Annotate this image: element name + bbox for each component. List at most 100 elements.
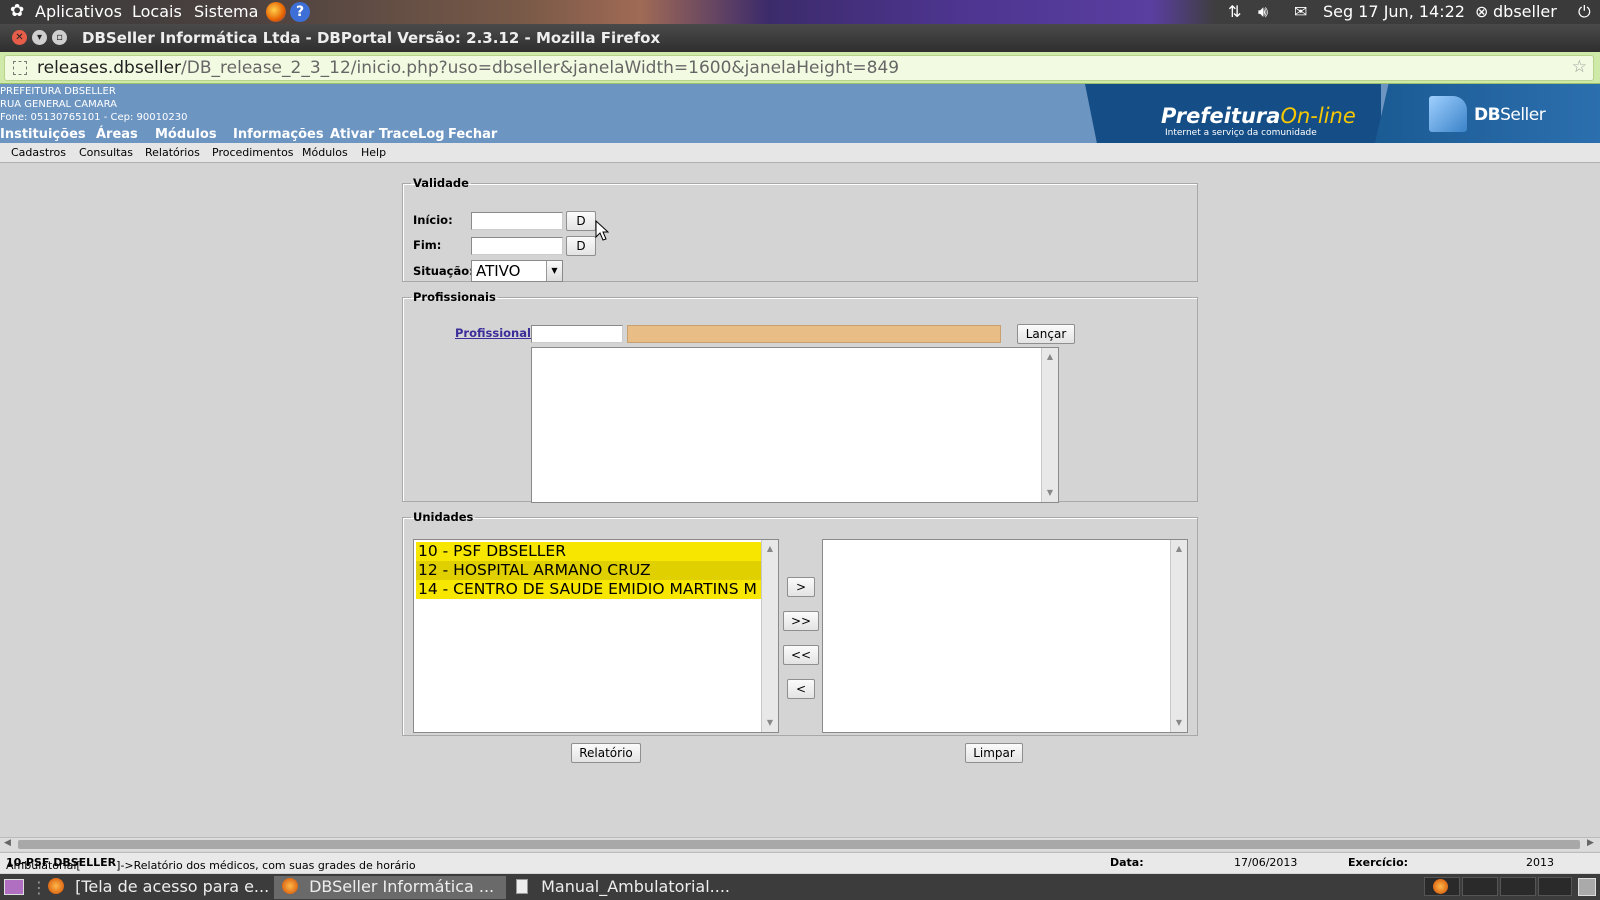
list-item[interactable]: 10 - PSF DBSELLER	[416, 542, 761, 561]
scrollbar-thumb[interactable]	[18, 840, 1580, 849]
url-field[interactable]: releases.dbseller/DB_release_2_3_12/inic…	[4, 55, 1594, 81]
data-label: Data:	[1110, 856, 1144, 869]
scroll-right-icon[interactable]: ▶	[1587, 838, 1594, 848]
unidades-available-scrollbar[interactable]: ▲ ▼	[761, 540, 778, 732]
task-label: [Tela de acesso para e...	[75, 877, 270, 896]
mouse-cursor-icon	[595, 220, 609, 241]
taskbar-item-dbseller[interactable]: DBSeller Informática ...	[274, 876, 506, 899]
bookmark-star-icon[interactable]: ☆	[1572, 57, 1587, 77]
mail-icon[interactable]: ✉	[1294, 2, 1307, 21]
system-taskbar: ⋮ [Tela de acesso para e... DBSeller Inf…	[0, 874, 1600, 900]
unidades-selected-list[interactable]: ▲ ▼	[822, 539, 1188, 733]
taskbar-item-manual[interactable]: Manual_Ambulatorial....	[512, 876, 752, 899]
user-status-icon: ⊗	[1475, 2, 1489, 21]
add-all-button[interactable]: >>	[783, 611, 819, 631]
profissionais-legend: Profissionais	[413, 290, 496, 304]
volume-icon[interactable]: 🔊︎	[1258, 2, 1268, 22]
show-desktop-icon[interactable]	[4, 879, 24, 895]
dropdown-arrow-icon[interactable]: ▼	[546, 261, 562, 281]
url-text[interactable]: releases.dbseller/DB_release_2_3_12/inic…	[37, 58, 899, 78]
org-contact: Fone: 05130765101 - Cep: 90010230	[0, 112, 188, 123]
workspace-3[interactable]	[1500, 877, 1536, 896]
profissional-code-input[interactable]	[531, 325, 623, 343]
exercicio-label: Exercício:	[1348, 856, 1409, 869]
logo-prefeitura-text: Prefeitura	[1161, 104, 1281, 128]
remove-all-button[interactable]: <<	[783, 645, 819, 665]
maximize-window-icon[interactable]: ▫	[52, 30, 67, 45]
clock[interactable]: Seg 17 Jun, 14:22	[1323, 2, 1465, 21]
minimize-window-icon[interactable]: ▾	[32, 30, 47, 45]
add-selected-button[interactable]: >	[787, 577, 815, 597]
firefox-icon	[282, 878, 298, 894]
menu-informacoes[interactable]: Informações	[233, 127, 324, 142]
system-menu[interactable]: Sistema	[194, 2, 258, 21]
module-menu: Cadastros Consultas Relatórios Procedime…	[0, 143, 1600, 163]
logo-tagline: Internet a serviço da comunidade	[1165, 128, 1317, 138]
fim-date-picker-button[interactable]: D	[566, 236, 596, 256]
firefox-icon	[48, 878, 64, 894]
network-icon[interactable]: ⇅	[1228, 2, 1241, 21]
submenu-relatorios[interactable]: Relatórios	[145, 146, 200, 159]
profissionais-fieldset: Profissionais Profissional: Lançar ▲ ▼	[402, 290, 1198, 503]
unidades-fieldset: Unidades 10 - PSF DBSELLER 12 - HOSPITAL…	[402, 510, 1198, 736]
scroll-up-icon[interactable]: ▲	[1171, 542, 1187, 556]
relatorio-button[interactable]: Relatório	[571, 743, 641, 763]
scroll-down-icon[interactable]: ▼	[1042, 486, 1058, 500]
logo-db-rest: Seller	[1500, 105, 1546, 125]
submenu-modulos[interactable]: Módulos	[302, 146, 348, 159]
dbseller-mark-icon	[1429, 96, 1467, 132]
scroll-down-icon[interactable]: ▼	[1171, 716, 1187, 730]
document-icon	[516, 879, 528, 894]
limpar-button[interactable]: Limpar	[965, 743, 1023, 763]
menu-instituicoes[interactable]: Instituições	[0, 127, 86, 142]
workspace-2[interactable]	[1462, 877, 1498, 896]
list-item[interactable]: 12 - HOSPITAL ARMANO CRUZ	[416, 561, 761, 580]
gnome-foot-icon[interactable]: ✿	[10, 1, 24, 21]
submenu-consultas[interactable]: Consultas	[79, 146, 133, 159]
status-suffix: ]->Relatório dos médicos, com suas grade…	[116, 859, 416, 872]
help-launcher-icon[interactable]: ?	[290, 2, 310, 22]
unidades-available-list[interactable]: 10 - PSF DBSELLER 12 - HOSPITAL ARMANO C…	[413, 539, 779, 733]
submenu-cadastros[interactable]: Cadastros	[11, 146, 66, 159]
org-name: PREFEITURA DBSELLER	[0, 86, 116, 97]
prefeitura-online-logo: PrefeituraOn-line Internet a serviço da …	[1085, 84, 1381, 143]
remove-selected-button[interactable]: <	[787, 679, 815, 699]
menu-modulos[interactable]: Módulos	[155, 127, 217, 142]
inicio-date-input[interactable]	[471, 212, 563, 230]
list-item[interactable]: 14 - CENTRO DE SAUDE EMIDIO MARTINS M	[416, 580, 761, 599]
profissional-lookup-link[interactable]: Profissional:	[455, 326, 536, 340]
profissionais-list-scrollbar[interactable]: ▲ ▼	[1041, 348, 1058, 502]
url-host: releases.dbseller	[37, 58, 182, 78]
submenu-help[interactable]: Help	[361, 146, 386, 159]
workspace-1[interactable]	[1424, 877, 1460, 896]
exercicio-value: 2013	[1526, 856, 1554, 869]
firefox-icon	[1433, 879, 1448, 894]
situacao-select[interactable]: ATIVO ▼	[471, 260, 563, 282]
power-icon[interactable]: ⏻	[1578, 2, 1591, 22]
scroll-up-icon[interactable]: ▲	[762, 542, 778, 556]
places-menu[interactable]: Locais	[132, 2, 182, 21]
menu-fechar[interactable]: Fechar	[448, 127, 497, 142]
close-window-icon[interactable]: ✕	[12, 30, 27, 45]
user-name[interactable]: dbseller	[1493, 2, 1557, 21]
lancar-button[interactable]: Lançar	[1017, 324, 1075, 344]
firefox-launcher-icon[interactable]	[266, 2, 286, 22]
applications-menu[interactable]: Aplicativos	[35, 2, 122, 21]
menu-ativar-tracelog[interactable]: Ativar TraceLog	[330, 127, 445, 142]
scroll-down-icon[interactable]: ▼	[762, 716, 778, 730]
menu-areas[interactable]: Áreas	[96, 127, 138, 142]
profissionais-selected-list[interactable]: ▲ ▼	[531, 347, 1059, 503]
logo-online-text: On-line	[1280, 104, 1356, 128]
workspace-4[interactable]	[1538, 877, 1572, 896]
trash-icon[interactable]	[1578, 878, 1596, 896]
site-identity-icon[interactable]	[13, 61, 27, 75]
task-label: Manual_Ambulatorial....	[541, 877, 730, 896]
unidades-selected-scrollbar[interactable]: ▲ ▼	[1170, 540, 1187, 732]
page-horizontal-scrollbar[interactable]: ◀ ▶	[0, 837, 1600, 851]
fim-date-input[interactable]	[471, 237, 563, 255]
scroll-up-icon[interactable]: ▲	[1042, 350, 1058, 364]
taskbar-item-tela-acesso[interactable]: [Tela de acesso para e...	[44, 876, 272, 899]
scroll-left-icon[interactable]: ◀	[4, 838, 11, 848]
submenu-procedimentos[interactable]: Procedimentos	[212, 146, 294, 159]
inicio-date-picker-button[interactable]: D	[566, 211, 596, 231]
